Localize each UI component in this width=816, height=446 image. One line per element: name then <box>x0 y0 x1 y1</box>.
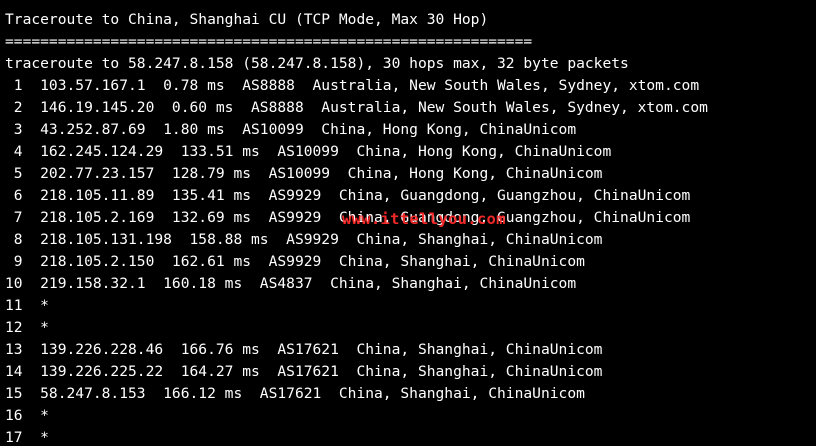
hop-row: 1 103.57.167.1 0.78 ms AS8888 Australia,… <box>5 77 700 94</box>
hop-row: 14 139.226.225.22 164.27 ms AS17621 Chin… <box>5 363 603 380</box>
trace-title: Traceroute to China, Shanghai CU (TCP Mo… <box>5 11 489 28</box>
watermark-text: www.ittellyou.com <box>342 210 506 228</box>
hop-row-timeout: 12 * <box>5 319 49 336</box>
traceroute-header: traceroute to 58.247.8.158 (58.247.8.158… <box>5 55 629 72</box>
hop-row: 5 202.77.23.157 128.79 ms AS10099 China,… <box>5 165 603 182</box>
hop-row: 6 218.105.11.89 135.41 ms AS9929 China, … <box>5 187 691 204</box>
hop-row: 10 219.158.32.1 160.18 ms AS4837 China, … <box>5 275 577 292</box>
hop-row: 2 146.19.145.20 0.60 ms AS8888 Australia… <box>5 99 708 116</box>
hop-row: 8 218.105.131.198 158.88 ms AS9929 China… <box>5 231 603 248</box>
hop-row: 9 218.105.2.150 162.61 ms AS9929 China, … <box>5 253 585 270</box>
hop-row-timeout: 16 * <box>5 407 49 424</box>
terminal-output[interactable]: Traceroute to China, Shanghai CU (TCP Mo… <box>0 0 816 446</box>
hop-row: 15 58.247.8.153 166.12 ms AS17621 China,… <box>5 385 585 402</box>
separator-line: ========================================… <box>5 33 533 50</box>
hop-row-timeout: 11 * <box>5 297 49 314</box>
hop-row: 13 139.226.228.46 166.76 ms AS17621 Chin… <box>5 341 603 358</box>
hop-row: 4 162.245.124.29 133.51 ms AS10099 China… <box>5 143 612 160</box>
hop-row-timeout: 17 * <box>5 429 49 446</box>
hop-row: 3 43.252.87.69 1.80 ms AS10099 China, Ho… <box>5 121 577 138</box>
